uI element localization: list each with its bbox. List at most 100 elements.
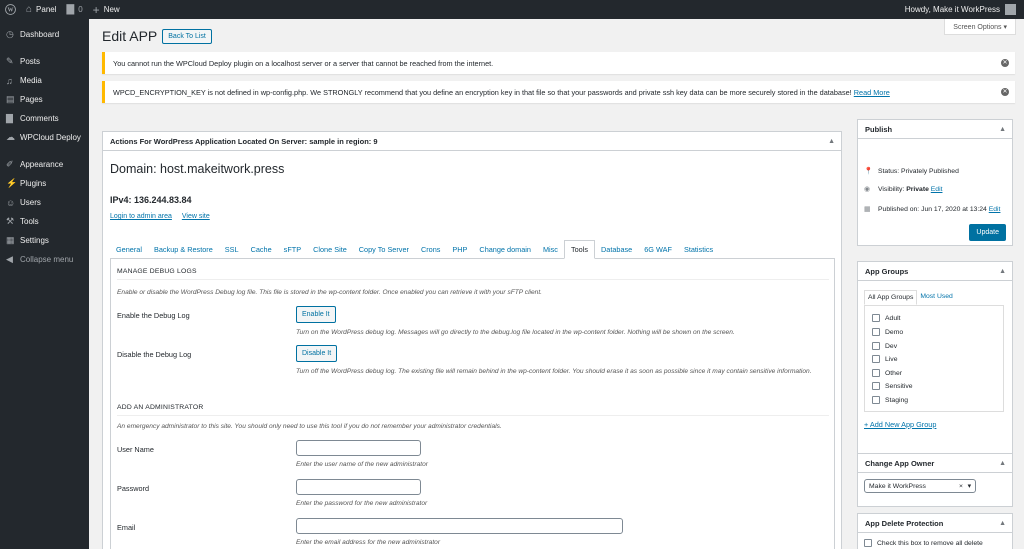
dismiss-icon[interactable]: ✕: [1001, 59, 1009, 67]
menu-item-dashboard[interactable]: ◷ Dashboard: [0, 25, 89, 44]
tab-change-domain[interactable]: Change domain: [473, 240, 537, 258]
comments-link[interactable]: ▇ 0: [62, 0, 88, 19]
collapse-arrow-icon[interactable]: ▲: [828, 138, 835, 145]
menu-item-appearance[interactable]: ✐ Appearance: [0, 155, 89, 174]
domain-heading: Domain: host.makeitwork.press: [110, 162, 285, 176]
group-checkbox-dev[interactable]: Dev: [872, 342, 897, 350]
users-icon: ☺: [6, 197, 16, 208]
edit-date-link[interactable]: Edit: [989, 206, 1001, 213]
divider: [117, 279, 829, 280]
tab-6g-waf[interactable]: 6G WAF: [638, 240, 678, 258]
group-checkbox-demo[interactable]: Demo: [872, 328, 903, 336]
tab-copy-to-server[interactable]: Copy To Server: [353, 240, 415, 258]
metabox-header[interactable]: Actions For WordPress Application Locate…: [103, 132, 841, 151]
brush-icon: ✐: [6, 159, 14, 169]
calendar-icon: ▦: [864, 206, 871, 213]
tab-crons[interactable]: Crons: [415, 240, 446, 258]
group-checkbox-live[interactable]: Live: [872, 355, 897, 363]
group-checkbox-sensitive[interactable]: Sensitive: [872, 382, 913, 390]
pin-icon: ✎: [6, 56, 14, 66]
enable-debug-label: Enable the Debug Log: [117, 311, 190, 320]
view-site-link[interactable]: View site: [182, 213, 210, 220]
tab-database[interactable]: Database: [595, 240, 638, 258]
tab-clone-site[interactable]: Clone Site: [307, 240, 353, 258]
publish-header[interactable]: Publish ▲: [858, 120, 1012, 139]
tab-statistics[interactable]: Statistics: [678, 240, 719, 258]
collapse-arrow-icon[interactable]: ▲: [999, 520, 1006, 527]
home-icon: ⌂: [26, 4, 33, 15]
publish-metabox: Publish ▲ 📍 Status: Privately Published ◉ V…: [857, 119, 1013, 246]
collapse-arrow-icon[interactable]: ▲: [999, 126, 1006, 133]
wordpress-logo-icon[interactable]: W: [0, 0, 21, 19]
app-groups-header[interactable]: App Groups ▲: [858, 262, 1012, 281]
section-heading-admin: ADD AN ADMINISTRATOR: [117, 404, 204, 411]
username-help: Enter the user name of the new administr…: [296, 461, 428, 468]
menu-item-pages[interactable]: ▤ Pages: [0, 90, 89, 109]
new-content-link[interactable]: + New: [88, 0, 125, 19]
eye-icon: ◉: [864, 186, 871, 193]
collapse-menu-button[interactable]: ◀ Collapse menu: [0, 250, 89, 269]
site-name-link[interactable]: ⌂ Panel: [21, 0, 62, 19]
tab-tools[interactable]: Tools: [563, 240, 595, 259]
collapse-icon: ◀: [6, 254, 13, 264]
delete-protection-checkbox[interactable]: Check this box to remove all delete: [864, 539, 983, 547]
dismiss-icon[interactable]: ✕: [1001, 88, 1009, 96]
delete-protection-header[interactable]: App Delete Protection ▲: [858, 514, 1012, 533]
menu-item-wpcloud-deploy[interactable]: ☁ WPCloud Deploy: [0, 128, 89, 147]
page-title-area: Edit APP Back To List: [102, 28, 212, 44]
add-new-app-group-link[interactable]: + Add New App Group: [864, 420, 936, 429]
menu-item-media[interactable]: ♫ Media: [0, 71, 89, 90]
collapse-arrow-icon[interactable]: ▲: [999, 460, 1006, 467]
disable-debug-description: Turn off the WordPress debug log. The ex…: [296, 368, 812, 375]
app-groups-list: Adult Demo Dev Live Other Sensitive Stag…: [864, 305, 1004, 412]
menu-item-settings[interactable]: ▦ Settings: [0, 231, 89, 250]
enable-debug-button[interactable]: Enable It: [296, 306, 336, 323]
screen-options-button[interactable]: Screen Options ▾: [944, 19, 1016, 35]
owner-select[interactable]: Make it WorkPress × ▾: [864, 479, 976, 493]
chevron-down-icon: ▾: [967, 483, 971, 490]
menu-item-plugins[interactable]: ⚡ Plugins: [0, 174, 89, 193]
site-links: Login to admin area View site: [110, 213, 218, 220]
tab-php[interactable]: PHP: [446, 240, 473, 258]
menu-item-users[interactable]: ☺ Users: [0, 193, 89, 212]
tab-misc[interactable]: Misc: [537, 240, 564, 258]
publish-date: ▦ Published on: Jun 17, 2020 at 13:24 Edi…: [864, 205, 1001, 214]
tab-backup-restore[interactable]: Backup & Restore: [148, 240, 219, 258]
password-input[interactable]: [296, 479, 421, 495]
tools-tab-panel: MANAGE DEBUG LOGS Enable or disable the …: [110, 259, 835, 549]
read-more-link[interactable]: Read More: [854, 88, 890, 97]
username-label: User Name: [117, 445, 154, 454]
login-admin-link[interactable]: Login to admin area: [110, 213, 172, 220]
collapse-arrow-icon[interactable]: ▲: [999, 268, 1006, 275]
tab-ssl[interactable]: SSL: [219, 240, 245, 258]
delete-protection-metabox: App Delete Protection ▲ Check this box to…: [857, 513, 1013, 549]
plugin-icon: ⚡: [6, 178, 18, 188]
back-to-list-button[interactable]: Back To List: [162, 28, 212, 44]
disable-debug-button[interactable]: Disable It: [296, 345, 338, 362]
publish-status: 📍 Status: Privately Published: [864, 167, 959, 176]
account-menu[interactable]: Howdy, Make it WorkPress: [900, 0, 1024, 19]
tab-cache[interactable]: Cache: [245, 240, 278, 258]
group-checkbox-other[interactable]: Other: [872, 369, 902, 377]
app-groups-metabox: App Groups ▲ All App Groups Most Used Adu…: [857, 261, 1013, 458]
tab-general[interactable]: General: [110, 240, 148, 258]
update-button[interactable]: Update: [969, 224, 1006, 241]
edit-visibility-link[interactable]: Edit: [931, 186, 943, 193]
section-heading-debug: MANAGE DEBUG LOGS: [117, 268, 197, 275]
menu-item-comments[interactable]: ▇ Comments: [0, 109, 89, 128]
change-owner-header[interactable]: Change App Owner ▲: [858, 454, 1012, 473]
clear-selection-icon[interactable]: ×: [959, 483, 963, 490]
menu-item-posts[interactable]: ✎ Posts: [0, 52, 89, 71]
settings-icon: ▦: [6, 235, 15, 245]
avatar: [1005, 4, 1016, 15]
group-checkbox-staging[interactable]: Staging: [872, 396, 908, 404]
menu-item-tools[interactable]: ⚒ Tools: [0, 212, 89, 231]
group-checkbox-adult[interactable]: Adult: [872, 314, 901, 322]
tab-all-app-groups[interactable]: All App Groups: [864, 290, 918, 305]
tab-most-used[interactable]: Most Used: [917, 290, 955, 305]
plus-icon: +: [92, 2, 100, 17]
tab-sftp[interactable]: sFTP: [278, 240, 307, 258]
username-input[interactable]: [296, 440, 421, 456]
page-title: Edit APP: [102, 28, 158, 44]
email-input[interactable]: [296, 518, 623, 534]
